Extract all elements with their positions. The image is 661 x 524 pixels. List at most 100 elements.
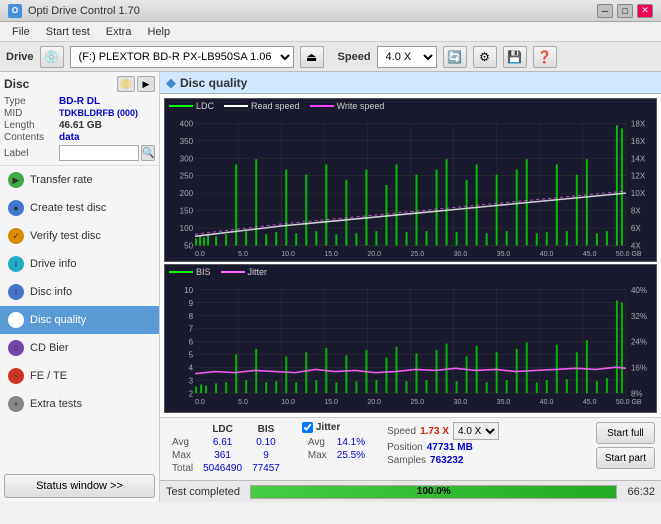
stats-table: LDC BIS Avg 6.61 0.10 Max 361 9 Total 50… xyxy=(166,422,286,476)
disc-label-input[interactable] xyxy=(59,145,139,161)
sidebar-item-verify-test-disc[interactable]: ✓ Verify test disc xyxy=(0,222,159,250)
help-button[interactable]: ❓ xyxy=(533,46,557,68)
minimize-button[interactable]: ─ xyxy=(597,4,613,18)
svg-text:0.0: 0.0 xyxy=(195,250,205,257)
start-part-button[interactable]: Start part xyxy=(596,447,655,469)
sidebar-item-disc-info[interactable]: i Disc info xyxy=(0,278,159,306)
svg-text:45.0: 45.0 xyxy=(583,396,597,405)
sidebar-item-transfer-rate[interactable]: ▶ Transfer rate xyxy=(0,166,159,194)
max-ldc: 361 xyxy=(199,450,246,461)
svg-text:400: 400 xyxy=(180,119,194,128)
svg-text:10X: 10X xyxy=(631,189,646,198)
sidebar-item-extra-tests[interactable]: + Extra tests xyxy=(0,390,159,418)
sidebar-item-disc-info-label: Disc info xyxy=(30,286,72,298)
drive-select[interactable]: (F:) PLEXTOR BD-R PX-LB950SA 1.06 xyxy=(70,46,294,68)
sidebar-item-drive-info[interactable]: i Drive info xyxy=(0,250,159,278)
svg-text:35.0: 35.0 xyxy=(497,396,511,405)
svg-text:50.0 GB: 50.0 GB xyxy=(616,250,642,257)
ldc-chart-svg: 400 350 300 250 200 150 100 50 18X 16X 1… xyxy=(165,113,656,257)
speed-value-stat: 1.73 X xyxy=(420,426,449,437)
svg-text:50: 50 xyxy=(184,242,193,251)
menu-start-test[interactable]: Start test xyxy=(38,24,98,40)
jitter-max-val: 25.5% xyxy=(333,450,369,461)
svg-text:0.0: 0.0 xyxy=(195,396,205,405)
app-icon: O xyxy=(8,4,22,18)
samples-val: 763232 xyxy=(430,455,463,466)
sidebar-item-extra-tests-label: Extra tests xyxy=(30,398,82,410)
speed-select-stat[interactable]: 4.0 X xyxy=(453,422,499,440)
sidebar-item-create-test-disc-label: Create test disc xyxy=(30,202,106,214)
drive-icon-btn[interactable]: 💿 xyxy=(40,46,64,68)
settings-button[interactable]: ⚙ xyxy=(473,46,497,68)
disc-quality-header: ◆ Disc quality xyxy=(160,72,661,94)
svg-text:45.0: 45.0 xyxy=(583,250,597,257)
svg-text:14X: 14X xyxy=(631,154,646,163)
status-window-button[interactable]: Status window >> xyxy=(4,474,155,498)
ldc-chart: LDC Read speed Write speed xyxy=(164,98,657,262)
main-layout: Disc 📀 ▶ Type BD-R DL MID TDKBLDRFB (000… xyxy=(0,72,661,502)
disc-mid-value: TDKBLDRFB (000) xyxy=(59,108,138,118)
disc-btn-1[interactable]: 📀 xyxy=(117,76,135,92)
menu-file[interactable]: File xyxy=(4,24,38,40)
sidebar-item-drive-info-label: Drive info xyxy=(30,258,76,270)
disc-contents-row: Contents data xyxy=(4,132,155,143)
disc-quality-title: Disc quality xyxy=(180,76,247,90)
legend-write-speed: Write speed xyxy=(337,101,385,111)
sidebar-item-fe-te[interactable]: ~ FE / TE xyxy=(0,362,159,390)
titlebar-controls[interactable]: ─ □ ✕ xyxy=(597,4,653,18)
sidebar-item-disc-quality[interactable]: ◆ Disc quality xyxy=(0,306,159,334)
disc-info-table: Type BD-R DL MID TDKBLDRFB (000) Length … xyxy=(4,96,155,161)
svg-text:9: 9 xyxy=(189,297,194,307)
refresh-button[interactable]: 🔄 xyxy=(443,46,467,68)
extra-tests-icon: + xyxy=(8,396,24,412)
speed-label: Speed xyxy=(338,51,371,63)
transfer-rate-icon: ▶ xyxy=(8,172,24,188)
left-panel: Disc 📀 ▶ Type BD-R DL MID TDKBLDRFB (000… xyxy=(0,72,160,502)
disc-length-value: 46.61 GB xyxy=(59,120,102,131)
svg-text:12X: 12X xyxy=(631,172,646,181)
svg-text:18X: 18X xyxy=(631,119,646,128)
disc-btn-2[interactable]: ▶ xyxy=(137,76,155,92)
menu-extra[interactable]: Extra xyxy=(98,24,140,40)
sidebar-item-cd-bier[interactable]: ☆ CD Bier xyxy=(0,334,159,362)
disc-type-row: Type BD-R DL xyxy=(4,96,155,107)
speed-select[interactable]: 4.0 X 1.0 X 2.0 X 6.0 X 8.0 X xyxy=(377,46,437,68)
total-label: Total xyxy=(168,463,197,474)
menu-help[interactable]: Help xyxy=(139,24,178,40)
disc-contents-label: Contents xyxy=(4,132,59,143)
maximize-button[interactable]: □ xyxy=(617,4,633,18)
start-full-button[interactable]: Start full xyxy=(596,422,655,444)
disc-title: Disc xyxy=(4,77,29,91)
disc-label-btn[interactable]: 🔍 xyxy=(141,145,155,161)
eject-button[interactable]: ⏏ xyxy=(300,46,324,68)
jitter-avg-val: 14.1% xyxy=(333,437,369,448)
svg-text:15.0: 15.0 xyxy=(324,250,338,257)
svg-text:30.0: 30.0 xyxy=(454,250,468,257)
svg-text:7: 7 xyxy=(189,323,194,333)
right-panel: ◆ Disc quality LDC Read speed xyxy=(160,72,661,502)
svg-text:10.0: 10.0 xyxy=(281,250,295,257)
disc-contents-value: data xyxy=(59,132,80,143)
svg-text:150: 150 xyxy=(180,207,194,216)
max-label: Max xyxy=(168,450,197,461)
drive-info-icon: i xyxy=(8,256,24,272)
jitter-checkbox[interactable] xyxy=(302,422,313,433)
position-val: 47731 MB xyxy=(427,442,473,453)
svg-text:25.0: 25.0 xyxy=(411,250,425,257)
svg-text:32%: 32% xyxy=(631,310,648,320)
sidebar-item-create-test-disc[interactable]: ● Create test disc xyxy=(0,194,159,222)
svg-text:5.0: 5.0 xyxy=(238,396,248,405)
jitter-max-label: Max xyxy=(304,450,331,461)
version-text: 66:32 xyxy=(627,486,655,498)
disc-header: Disc 📀 ▶ xyxy=(4,76,155,92)
legend-read-speed: Read speed xyxy=(251,101,300,111)
close-button[interactable]: ✕ xyxy=(637,4,653,18)
svg-text:40%: 40% xyxy=(631,285,648,295)
disc-quality-header-icon: ◆ xyxy=(166,75,176,91)
stats-section: LDC BIS Avg 6.61 0.10 Max 361 9 Total 50… xyxy=(160,417,661,480)
start-buttons: Start full Start part xyxy=(596,422,655,469)
disc-mid-label: MID xyxy=(4,108,59,119)
svg-text:4: 4 xyxy=(189,362,194,372)
save-button[interactable]: 💾 xyxy=(503,46,527,68)
disc-length-row: Length 46.61 GB xyxy=(4,120,155,131)
